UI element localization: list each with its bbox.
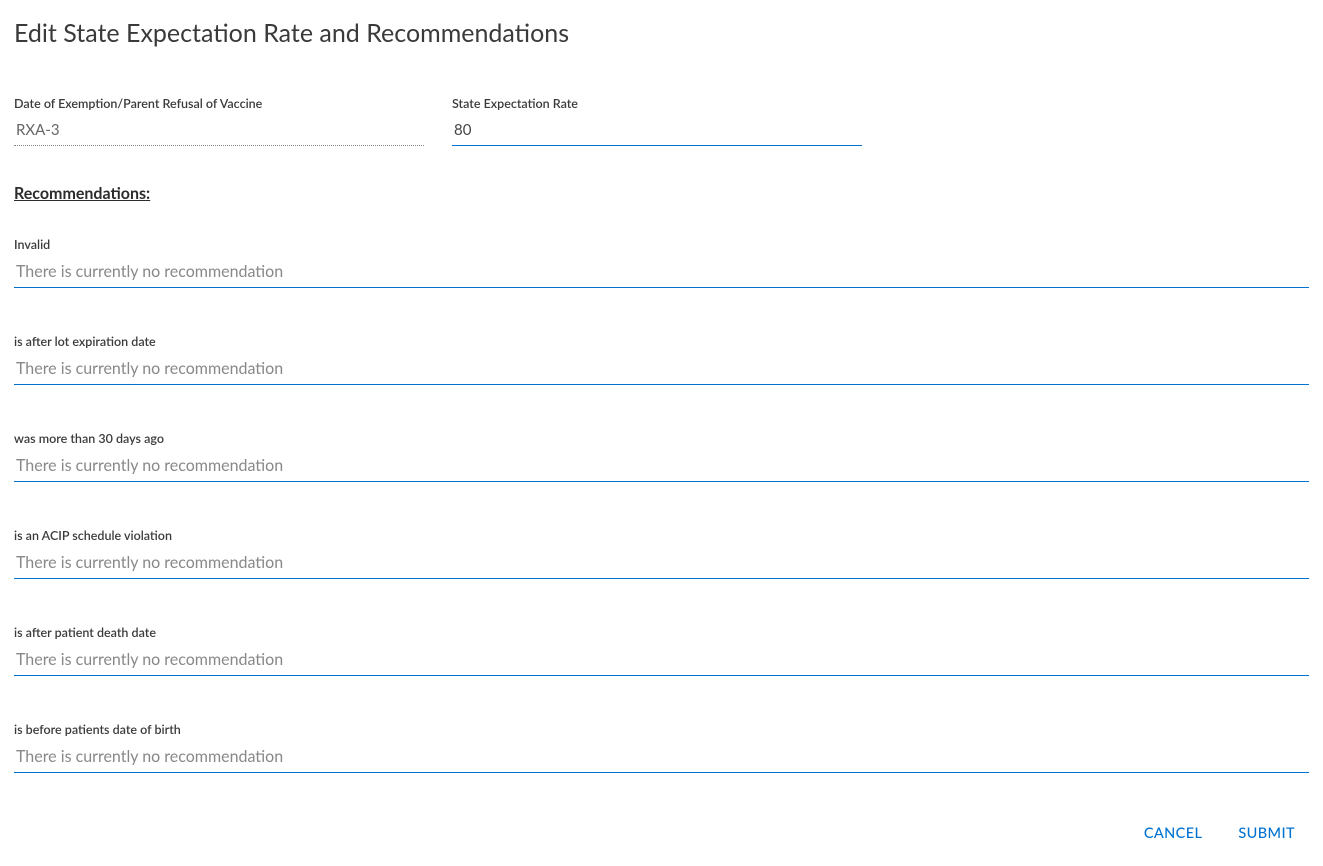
recommendation-input-lot-expiration[interactable]	[14, 355, 1309, 385]
recommendation-label: Invalid	[14, 237, 1309, 252]
recommendation-item: is an ACIP schedule violation	[14, 528, 1309, 579]
recommendation-input-invalid[interactable]	[14, 258, 1309, 288]
recommendation-item: is after lot expiration date	[14, 334, 1309, 385]
recommendation-label: is after lot expiration date	[14, 334, 1309, 349]
recommendation-item: was more than 30 days ago	[14, 431, 1309, 482]
recommendation-item: Invalid	[14, 237, 1309, 288]
recommendation-item: is before patients date of birth	[14, 722, 1309, 773]
recommendation-input-death-date[interactable]	[14, 646, 1309, 676]
cancel-button[interactable]: CANCEL	[1140, 819, 1207, 848]
recommendation-input-dob[interactable]	[14, 743, 1309, 773]
top-fields-row: Date of Exemption/Parent Refusal of Vacc…	[14, 96, 1309, 146]
page-title: Edit State Expectation Rate and Recommen…	[14, 18, 1309, 48]
recommendation-label: is before patients date of birth	[14, 722, 1309, 737]
exemption-field-group: Date of Exemption/Parent Refusal of Vacc…	[14, 96, 424, 146]
submit-button[interactable]: SUBMIT	[1234, 819, 1299, 848]
rate-field-group: State Expectation Rate	[452, 96, 862, 146]
recommendations-list: Invalid is after lot expiration date was…	[14, 237, 1309, 773]
recommendation-label: is an ACIP schedule violation	[14, 528, 1309, 543]
recommendation-input-30-days[interactable]	[14, 452, 1309, 482]
recommendation-item: is after patient death date	[14, 625, 1309, 676]
exemption-label: Date of Exemption/Parent Refusal of Vacc…	[14, 96, 424, 111]
recommendation-input-acip[interactable]	[14, 549, 1309, 579]
recommendations-heading: Recommendations:	[14, 184, 1309, 203]
rate-label: State Expectation Rate	[452, 96, 862, 111]
exemption-value: RXA-3	[14, 117, 424, 146]
recommendation-label: is after patient death date	[14, 625, 1309, 640]
rate-input[interactable]	[452, 117, 862, 146]
recommendation-label: was more than 30 days ago	[14, 431, 1309, 446]
footer-actions: CANCEL SUBMIT	[14, 819, 1309, 848]
